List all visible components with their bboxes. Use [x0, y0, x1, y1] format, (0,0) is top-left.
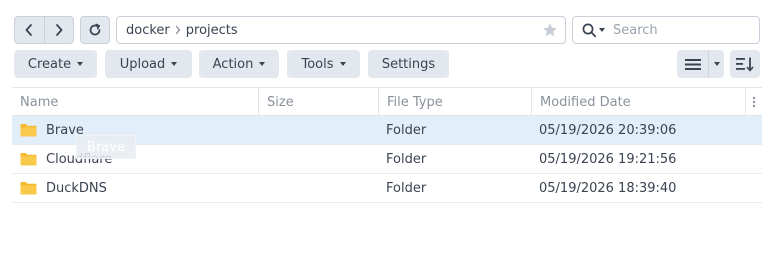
type-cell: Folder — [386, 122, 427, 138]
name-cell: DuckDNS — [12, 174, 258, 202]
search-options-button[interactable] — [582, 23, 605, 38]
sort-button[interactable] — [730, 50, 760, 78]
size-cell — [266, 174, 378, 202]
settings-button[interactable]: Settings — [368, 50, 449, 78]
chevron-down-icon — [339, 62, 346, 66]
settings-label: Settings — [381, 56, 436, 72]
folder-icon — [20, 123, 37, 137]
type-cell: Folder — [386, 180, 427, 196]
modified-cell: 05/19/2026 20:39:06 — [539, 122, 677, 138]
back-button[interactable] — [15, 17, 44, 43]
list-view-button[interactable] — [677, 50, 708, 78]
breadcrumb-separator-icon — [175, 25, 181, 35]
path-bar[interactable]: docker projects — [116, 16, 566, 44]
action-button[interactable]: Action — [199, 50, 279, 78]
tools-button[interactable]: Tools — [287, 50, 360, 78]
create-label: Create — [27, 56, 72, 72]
file-list-header: Name Size File Type Modified Date — [12, 87, 762, 116]
drag-ghost: Brave — [76, 135, 136, 159]
search-input[interactable] — [613, 22, 753, 38]
size-cell — [266, 116, 378, 144]
modified-cell: 05/19/2026 18:39:40 — [539, 180, 677, 196]
favorite-button[interactable] — [542, 22, 558, 42]
chevron-down-icon — [713, 62, 720, 66]
breadcrumb-projects[interactable]: projects — [186, 23, 238, 38]
view-mode-control — [677, 50, 724, 78]
modified-cell: 05/19/2026 19:21:56 — [539, 151, 677, 167]
column-size-label: Size — [267, 94, 294, 110]
star-icon — [543, 23, 557, 37]
upload-label: Upload — [119, 56, 166, 72]
sort-icon — [736, 57, 754, 72]
refresh-icon — [89, 23, 101, 36]
view-options-button[interactable] — [708, 50, 724, 78]
column-header-file-type[interactable]: File Type — [378, 88, 531, 116]
size-cell — [266, 145, 378, 173]
column-header-name[interactable]: Name — [12, 88, 258, 116]
column-modified-label: Modified Date — [540, 94, 631, 110]
list-view-icon — [684, 58, 701, 70]
file-row-duckdns[interactable]: DuckDNS Folder 05/19/2026 18:39:40 — [12, 174, 762, 203]
column-header-modified-date[interactable]: Modified Date — [531, 88, 745, 116]
more-vertical-icon — [752, 96, 756, 108]
action-label: Action — [212, 56, 254, 72]
chevron-down-icon — [77, 62, 84, 66]
chevron-down-icon — [599, 28, 605, 32]
chevron-left-icon — [25, 24, 33, 36]
column-options-button[interactable] — [745, 88, 762, 116]
drag-ghost-label: Brave — [87, 139, 125, 155]
chevron-down-icon — [171, 62, 178, 66]
folder-icon — [20, 152, 37, 166]
breadcrumb-docker[interactable]: docker — [126, 23, 170, 38]
column-name-label: Name — [20, 94, 59, 110]
tools-label: Tools — [301, 56, 334, 72]
create-button[interactable]: Create — [14, 50, 97, 78]
type-cell: Folder — [386, 151, 427, 167]
file-name: DuckDNS — [46, 180, 107, 196]
chevron-right-icon — [55, 24, 63, 36]
search-box[interactable] — [572, 16, 760, 44]
refresh-button[interactable] — [80, 16, 110, 44]
search-icon — [582, 23, 597, 37]
column-header-size[interactable]: Size — [258, 88, 378, 116]
history-nav — [14, 16, 74, 44]
chevron-down-icon — [259, 62, 266, 66]
forward-button[interactable] — [43, 17, 74, 43]
upload-button[interactable]: Upload — [105, 50, 192, 78]
folder-icon — [20, 181, 37, 195]
column-file-type-label: File Type — [387, 94, 443, 110]
